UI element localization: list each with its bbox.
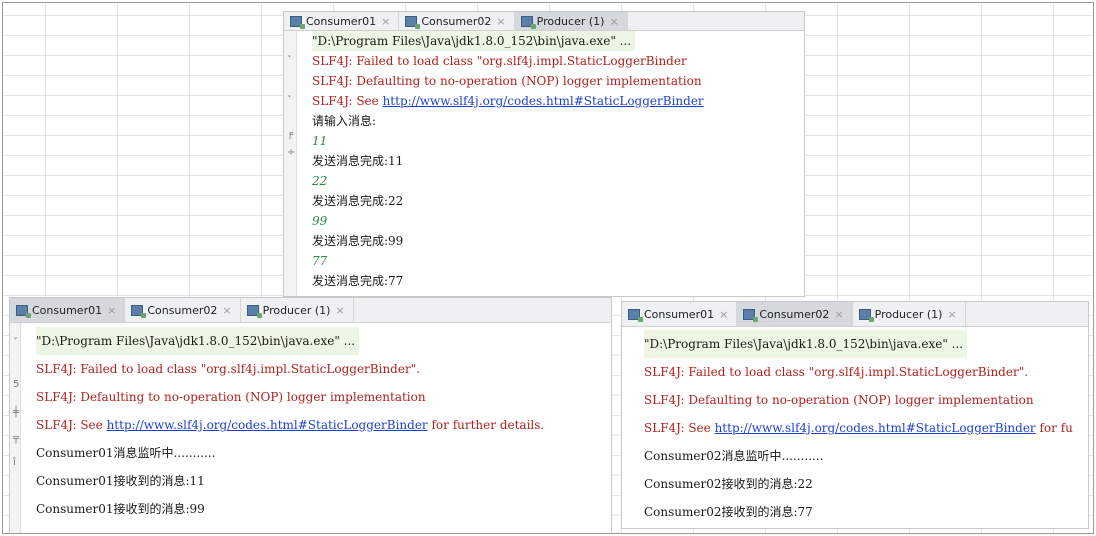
tab-label: Consumer01 <box>306 14 377 28</box>
close-icon[interactable]: × <box>381 15 390 28</box>
console-tab-icon <box>743 308 759 322</box>
console-tab-icon <box>131 304 147 318</box>
consumer02-console-output: "D:\Program Files\Java\jdk1.8.0_152\bin\… <box>644 330 1088 528</box>
command-line: "D:\Program Files\Java\jdk1.8.0_152\bin\… <box>36 327 360 355</box>
console-toolbar: ˇ ˇ ╒ ÷ <box>284 31 297 296</box>
send-result-line: 发送消息完成:11 <box>312 154 404 168</box>
received-message-line: Consumer02接收到的消息:22 <box>644 477 813 491</box>
listening-status-line: Consumer02消息监听中........... <box>644 449 824 463</box>
slf4j-docs-link[interactable]: http://www.slf4j.org/codes.html#StaticLo… <box>715 421 1036 435</box>
received-message-line: Consumer01接收到的消息:11 <box>36 474 205 488</box>
send-result-line: 发送消息完成:99 <box>312 234 404 248</box>
tab-consumer02[interactable]: Consumer02 × <box>125 298 241 322</box>
slf4j-docs-link[interactable]: http://www.slf4j.org/codes.html#StaticLo… <box>383 94 704 108</box>
close-icon[interactable]: × <box>335 304 344 317</box>
received-message-line: Consumer01接收到的消息:99 <box>36 502 205 516</box>
tab-consumer02[interactable]: Consumer02 × <box>399 12 515 30</box>
slf4j-error-line: SLF4J: Defaulting to no-operation (NOP) … <box>644 393 1034 407</box>
slf4j-error-line: SLF4J: Failed to load class "org.slf4j.i… <box>312 54 687 68</box>
console-tab-icon <box>858 308 874 322</box>
slf4j-docs-link[interactable]: http://www.slf4j.org/codes.html#StaticLo… <box>107 418 428 432</box>
trash-icon[interactable]: î <box>13 457 16 468</box>
user-input-line: 77 <box>312 254 328 268</box>
tab-label: Producer (1) <box>262 303 331 317</box>
send-result-line: 发送消息完成:77 <box>312 274 404 288</box>
stop-icon[interactable]: ˇ <box>287 95 292 106</box>
close-icon[interactable]: × <box>719 308 728 321</box>
slf4j-suffix-text: for further details. <box>427 418 545 432</box>
slf4j-error-line: SLF4J: See http://www.slf4j.org/codes.ht… <box>36 411 611 439</box>
slf4j-error-line: SLF4J: See http://www.slf4j.org/codes.ht… <box>644 414 1088 442</box>
tab-consumer02[interactable]: Consumer02 × <box>737 302 853 326</box>
close-icon[interactable]: × <box>222 304 231 317</box>
tab-consumer01[interactable]: Consumer01 × <box>284 12 400 30</box>
producer-tab-bar: Consumer01 × Consumer02 × Producer (1) × <box>284 12 804 31</box>
slf4j-error-line: SLF4J: Failed to load class "org.slf4j.i… <box>644 365 1029 379</box>
rerun-icon[interactable]: ˇ <box>13 337 18 348</box>
tab-consumer01[interactable]: Consumer01 × <box>10 298 126 322</box>
slf4j-error-line: SLF4J: Defaulting to no-operation (NOP) … <box>312 74 702 88</box>
stop-icon[interactable]: 5 <box>13 379 19 390</box>
slf4j-error-line: SLF4J: See http://www.slf4j.org/codes.ht… <box>312 91 804 111</box>
consumer01-console-output: "D:\Program Files\Java\jdk1.8.0_152\bin\… <box>36 327 611 533</box>
close-icon[interactable]: × <box>496 15 505 28</box>
consumer02-run-panel: Consumer01 × Consumer02 × Producer (1) ×… <box>621 301 1089 529</box>
tab-label: Consumer02 <box>759 307 830 321</box>
listening-status-line: Consumer01消息监听中........... <box>36 446 216 460</box>
console-tab-icon <box>405 15 421 29</box>
tab-label: Consumer02 <box>147 303 218 317</box>
slf4j-error-line: SLF4J: Defaulting to no-operation (NOP) … <box>36 390 426 404</box>
user-input-line: 99 <box>312 214 328 228</box>
console-tab-icon <box>16 304 31 318</box>
consumer01-run-panel: Consumer01 × Consumer02 × Producer (1) ×… <box>9 297 612 533</box>
tab-label: Producer (1) <box>874 307 943 321</box>
slf4j-error-line: SLF4J: Failed to load class "org.slf4j.i… <box>36 362 421 376</box>
tab-label: Consumer02 <box>421 14 492 28</box>
close-icon[interactable]: × <box>107 304 116 317</box>
slf4j-see-text: SLF4J: See <box>312 94 383 108</box>
close-icon[interactable]: × <box>834 308 843 321</box>
slf4j-see-text: SLF4J: See <box>644 421 715 435</box>
tab-producer[interactable]: Producer (1) × <box>514 12 628 30</box>
consumer02-tab-bar: Consumer01 × Consumer02 × Producer (1) × <box>622 302 1088 327</box>
console-tab-icon <box>246 304 262 318</box>
tab-producer[interactable]: Producer (1) × <box>853 302 966 326</box>
rerun-icon[interactable]: ˇ <box>287 55 292 66</box>
user-input-line: 11 <box>312 134 328 148</box>
pin-icon[interactable]: ╒ <box>287 129 293 140</box>
producer-console-output: "D:\Program Files\Java\jdk1.8.0_152\bin\… <box>312 31 804 296</box>
slf4j-suffix-text: for fu <box>1035 421 1073 435</box>
console-tab-icon <box>290 15 305 29</box>
tab-consumer01[interactable]: Consumer01 × <box>622 302 738 326</box>
slf4j-see-text: SLF4J: See <box>36 418 107 432</box>
user-input-line: 22 <box>312 174 328 188</box>
command-line: "D:\Program Files\Java\jdk1.8.0_152\bin\… <box>312 31 636 51</box>
prompt-line: 请输入消息: <box>312 114 377 128</box>
spreadsheet-background: Consumer01 × Consumer02 × Producer (1) ×… <box>2 2 1094 534</box>
consumer01-tab-bar: Consumer01 × Consumer02 × Producer (1) × <box>10 298 611 323</box>
received-message-line: Consumer02接收到的消息:77 <box>644 505 813 519</box>
tab-producer[interactable]: Producer (1) × <box>241 298 354 322</box>
tab-label: Consumer01 <box>644 307 715 321</box>
scroll-icon[interactable]: ÷ <box>287 147 295 158</box>
console-tab-icon <box>628 308 643 322</box>
tab-label: Consumer01 <box>32 303 103 317</box>
console-tab-icon <box>520 15 536 29</box>
pin-icon[interactable]: ╪ <box>13 407 19 418</box>
scroll-icon[interactable]: ╤ <box>13 433 19 444</box>
close-icon[interactable]: × <box>609 15 618 28</box>
tab-label: Producer (1) <box>536 14 605 28</box>
command-line: "D:\Program Files\Java\jdk1.8.0_152\bin\… <box>644 330 968 358</box>
send-result-line: 发送消息完成:22 <box>312 194 404 208</box>
close-icon[interactable]: × <box>947 308 956 321</box>
producer-run-panel: Consumer01 × Consumer02 × Producer (1) ×… <box>283 11 805 297</box>
console-toolbar: ˇ 5 ╪ ╤ î <box>10 323 21 533</box>
